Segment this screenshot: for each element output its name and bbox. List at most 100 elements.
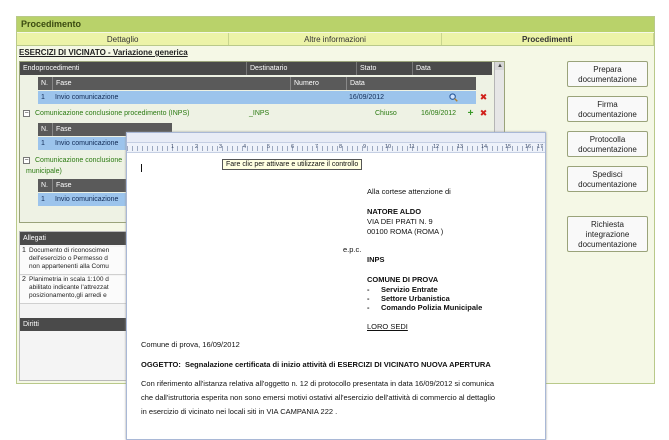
body-line-1: Con riferimento all'istanza relativa all… [141, 379, 495, 388]
document-ruler[interactable]: 1 2 3 4 5 6 7 8 9 10 11 12 13 14 15 16 1… [127, 143, 545, 153]
col-destinatario[interactable]: Destinatario [246, 62, 356, 75]
procedimento-subtitle: ESERCIZI DI VICINATO - Variazione generi… [19, 48, 188, 57]
allegato-desc-1: Planimetria in scala 1:100 d [29, 276, 109, 283]
collapse-icon[interactable]: − [23, 157, 30, 164]
ruler-number: 3 [219, 144, 223, 150]
subcol-n[interactable]: N. [38, 179, 52, 192]
ruler-number: 16 [525, 144, 532, 150]
allegato-number: 1 [22, 247, 26, 254]
button-label: documentazione [578, 145, 637, 154]
fase-row-n[interactable]: 1 [38, 193, 52, 206]
ruler-number: 8 [339, 144, 343, 150]
allegato-row[interactable]: 2 Planimetria in scala 1:100 d abilitato… [20, 276, 130, 304]
ruler-number: 11 [409, 144, 415, 150]
allegato-desc-2: dell'esercizio o Permesso d [29, 255, 108, 262]
document-toolbar-strip [127, 133, 545, 143]
collapse-icon[interactable]: − [23, 110, 30, 117]
ruler-number: 10 [385, 144, 392, 150]
fase-row-data[interactable]: 16/09/2012 [346, 91, 430, 104]
col-data[interactable]: Data [412, 62, 492, 75]
endo-inps-data: 16/09/2012 [421, 110, 457, 117]
oggetto-label: OGGETTO: [141, 360, 181, 369]
subcol-n[interactable]: N. [38, 123, 52, 136]
allegato-desc-2: abilitato indicante l'attrezzat [29, 284, 109, 291]
button-label: Prepara [593, 65, 622, 74]
tab-bar: Dettaglio Altre informazioni Procediment… [17, 33, 654, 46]
servizio-dash: - [367, 294, 370, 303]
col-endoprocedimenti[interactable]: Endoprocedimenti [20, 62, 246, 75]
recipient-name: NATORE ALDO [367, 207, 422, 216]
allegati-header: Allegati [20, 232, 130, 245]
ruler-number: 12 [433, 144, 440, 150]
attention-text: Alla cortese attenzione di [367, 187, 451, 196]
allegato-desc-3: non appartenenti alla Comu [29, 263, 109, 270]
richiesta-integrazione-button[interactable]: Richiesta integrazione documentazione [567, 216, 648, 252]
endo-inps-stato: Chiuso [375, 110, 397, 117]
recipient-address-1: VIA DEI PRATI N. 9 [367, 217, 433, 226]
button-label: documentazione [578, 75, 637, 84]
ruler-number: 9 [363, 144, 367, 150]
endo-municipale-label-2[interactable]: municipale) [23, 165, 143, 178]
delete-endo-icon[interactable]: ✖ [479, 109, 488, 118]
allegato-desc-1: Documento di riconoscimen [29, 247, 110, 254]
button-label: integrazione [585, 230, 630, 239]
allegato-row[interactable]: 1 Documento di riconoscimen dell'eserciz… [20, 247, 130, 275]
panel-title: Procedimento [17, 17, 654, 32]
col-stato[interactable]: Stato [356, 62, 412, 75]
settore-urbanistica: Settore Urbanistica [381, 294, 450, 303]
body-line-2: che dall'istruttoria esperita non sono e… [141, 393, 496, 402]
delete-fase-icon[interactable]: ✖ [479, 93, 488, 102]
allegato-number: 2 [22, 276, 26, 283]
text-cursor [141, 164, 142, 172]
ruler-number: 17 [537, 144, 544, 150]
ruler-number: 1 [171, 144, 175, 150]
button-label: Firma [597, 100, 618, 109]
tab-procedimenti[interactable]: Procedimenti [442, 33, 654, 45]
button-label: Protocolla [589, 135, 626, 144]
body-line-3: in esercizio di vicinato nei locali siti… [141, 407, 338, 416]
fase-row-n[interactable]: 1 [38, 137, 52, 150]
prepara-documentazione-button[interactable]: Prepara documentazione [567, 61, 648, 87]
button-label: Spedisci [592, 170, 623, 179]
spedisci-documentazione-button[interactable]: Spedisci documentazione [567, 166, 648, 192]
subcol-fase[interactable]: Fase [52, 77, 290, 90]
ruler-number: 7 [315, 144, 319, 150]
activate-control-tooltip: Fare clic per attivare e utilizzare il c… [222, 159, 363, 170]
scroll-up-icon[interactable]: ▲ [495, 62, 504, 70]
tab-altre-informazioni[interactable]: Altre informazioni [229, 33, 442, 45]
loro-sedi: LORO SEDI [367, 322, 408, 331]
ruler-number: 14 [481, 144, 488, 150]
recipient-address-2: 00100 ROMA (ROMA ) [367, 227, 444, 236]
button-label: documentazione [578, 180, 637, 189]
oggetto-text: Segnalazione certificata di inizio attiv… [185, 360, 491, 369]
subcol-data[interactable]: Data [346, 77, 476, 90]
endo-inps-label[interactable]: Comunicazione conclusione procedimento (… [32, 107, 246, 120]
ruler-number: 6 [291, 144, 295, 150]
subcol-numero[interactable]: Numero [290, 77, 346, 90]
place-date: Comune di prova, 16/09/2012 [141, 340, 240, 349]
button-label: Richiesta [591, 220, 624, 229]
fase-row-n[interactable]: 1 [38, 91, 52, 104]
subcol-n[interactable]: N. [38, 77, 52, 90]
ruler-number: 4 [243, 144, 247, 150]
button-label: documentazione [578, 240, 637, 249]
protocolla-documentazione-button[interactable]: Protocolla documentazione [567, 131, 648, 157]
fase-row-fase[interactable]: Invio comunicazione [52, 91, 346, 104]
endo-inps-destinatario: _INPS [249, 110, 270, 117]
document-preview[interactable]: 1 2 3 4 5 6 7 8 9 10 11 12 13 14 15 16 1… [126, 132, 546, 440]
servizio-dash: - [367, 303, 370, 312]
button-label: documentazione [578, 110, 637, 119]
add-icon[interactable]: + [466, 109, 475, 119]
servizio-entrate: Servizio Entrate [381, 285, 438, 294]
firma-documentazione-button[interactable]: Firma documentazione [567, 96, 648, 122]
tab-dettaglio[interactable]: Dettaglio [17, 33, 230, 45]
ruler-number: 2 [195, 144, 199, 150]
ruler-number: 5 [267, 144, 271, 150]
comune-label: COMUNE DI PROVA [367, 275, 439, 284]
diritti-header: Diritti [20, 318, 130, 331]
inps-label: INPS [367, 255, 385, 264]
magnifier-icon[interactable] [449, 93, 458, 102]
epc-label: e.p.c. [343, 245, 362, 254]
allegato-desc-3: posizionamento,gli arredi e [29, 292, 107, 299]
comando-polizia: Comando Polizia Municipale [381, 303, 483, 312]
